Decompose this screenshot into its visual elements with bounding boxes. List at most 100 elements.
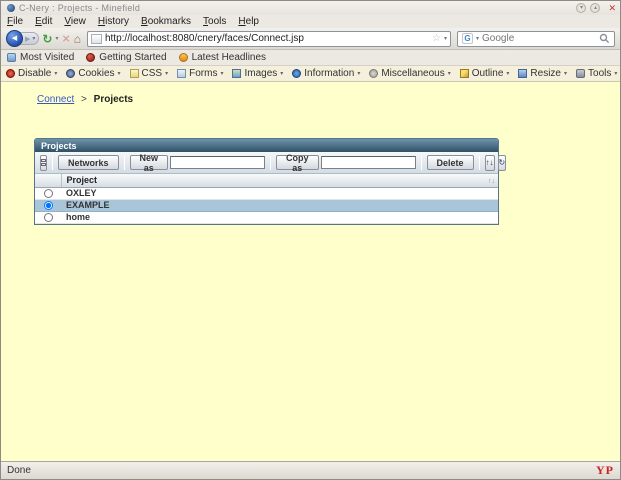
miscellaneous-icon [369,69,379,78]
toolbar-separator [478,155,480,170]
chevron-down-icon: ▾ [614,71,618,77]
search-input[interactable] [482,33,596,44]
disable-icon [6,69,15,78]
chevron-down-icon: ▾ [220,71,224,77]
chevron-down-icon: ▾ [117,71,121,77]
home-button[interactable]: ⌂ [74,33,81,45]
project-radio[interactable] [43,201,53,211]
chevron-down-icon: ▾ [280,71,284,77]
cookies-icon [66,69,76,78]
devbar-resize[interactable]: Resize ▾ [518,68,567,79]
breadcrumb-current: Projects [93,94,134,105]
search-box[interactable]: G ▾ [457,30,615,47]
information-icon [292,69,302,78]
toolbar-separator [420,155,422,170]
bookmark-most-visited[interactable]: Most Visited [7,52,74,63]
forward-dropdown-icon[interactable]: ▾ [32,35,35,42]
table-header-row: Project ↑↓ [35,174,498,188]
outline-icon [459,69,469,78]
refresh-icon: ↻ [498,157,506,167]
google-engine-icon[interactable]: G [462,33,473,44]
menu-bookmarks[interactable]: Bookmarks [141,16,191,27]
minimize-icon[interactable]: ▾ [576,3,587,13]
devbar-tools[interactable]: Tools ▾ [576,68,617,79]
delete-button[interactable]: Delete [426,155,474,170]
browser-window: C-Nery : Projects - Minefield ▾ ▴ ✕ File… [0,0,621,480]
tools-icon [576,69,586,78]
table-row[interactable]: EXAMPLE [35,199,498,211]
project-radio[interactable] [43,213,53,223]
menu-tools[interactable]: Tools [203,16,226,27]
back-button[interactable]: ◀ [6,30,23,47]
new-as-button[interactable]: New as [129,153,169,173]
breadcrumb-connect-link[interactable]: Connect [37,94,74,105]
forms-icon [177,69,187,78]
project-radio[interactable] [43,189,53,199]
devbar-outline[interactable]: Outline ▾ [459,68,509,79]
devbar-disable[interactable]: Disable ▾ [6,68,57,79]
project-column-header[interactable]: Project [61,174,484,188]
detach-button[interactable] [40,154,47,171]
column-sort-icon[interactable]: ↑↓ [484,174,498,188]
copy-as-button[interactable]: Copy as [276,153,319,173]
latest-headlines-icon [178,53,188,62]
breadcrumb-separator: > [81,94,87,105]
radio-column-header [35,174,62,188]
site-favicon [90,33,102,44]
status-bar: Done YP [1,461,620,479]
most-visited-icon [7,53,16,62]
menu-view[interactable]: View [64,16,86,27]
bookmark-label: Most Visited [20,52,75,63]
breadcrumb: Connect > Projects [37,94,133,105]
search-engine-dropdown-icon[interactable]: ▾ [476,35,479,42]
new-as-input[interactable] [170,156,266,169]
bookmark-star-icon[interactable]: ☆ [432,33,441,44]
menu-edit[interactable]: Edit [35,16,52,27]
sort-arrows-icon: ↑↓ [485,157,494,167]
url-input[interactable] [104,33,430,44]
panel-toolbar: Networks New as Copy as Delete ↑↓ ↻ [35,152,507,174]
reload-dropdown-icon[interactable]: ▾ [55,35,58,42]
copy-as-input[interactable] [320,156,416,169]
networks-button[interactable]: Networks [58,155,119,170]
chevron-down-icon: ▾ [54,71,58,77]
project-name: EXAMPLE [66,200,110,210]
devbar-css[interactable]: CSS ▾ [129,68,169,79]
devbar-images[interactable]: Images ▾ [232,68,283,79]
getting-started-icon [86,53,96,62]
chevron-down-icon: ▾ [564,71,568,77]
navigation-toolbar: ◀ ▶▾ ↻ ▾ ⨯ ⌂ ☆ ▾ G ▾ [1,28,620,50]
toolbar-separator [52,155,53,170]
chevron-down-icon: ▾ [165,71,169,77]
devbar-information[interactable]: Information ▾ [292,68,360,79]
project-name: OXLEY [66,188,97,198]
chevron-down-icon: ▾ [357,71,361,77]
page-content: Connect > Projects Projects Networks New… [1,82,620,461]
devbar-forms[interactable]: Forms ▾ [177,68,223,79]
bookmark-getting-started[interactable]: Getting Started [86,52,167,63]
menu-file[interactable]: File [7,16,23,27]
url-bar[interactable]: ☆ ▾ [86,30,451,47]
table-row[interactable]: OXLEY [35,187,498,199]
refresh-button[interactable]: ↻ [497,154,507,171]
menu-history[interactable]: History [98,16,129,27]
stop-button[interactable]: ⨯ [61,32,70,45]
bookmark-label: Getting Started [99,52,167,63]
url-dropdown-icon[interactable]: ▾ [444,35,447,42]
devbar-cookies[interactable]: Cookies ▾ [66,68,121,79]
menu-help[interactable]: Help [238,16,259,27]
projects-table: Project ↑↓ OXLEY EXAMPLE home [35,174,498,224]
search-icon[interactable] [599,33,610,44]
css-icon [129,69,139,78]
table-row[interactable]: home [35,211,498,223]
images-icon [232,69,242,78]
maximize-icon[interactable]: ▴ [590,3,601,13]
reload-button[interactable]: ↻ [42,33,52,45]
sort-button[interactable]: ↑↓ [484,154,495,171]
close-icon[interactable]: ✕ [608,3,616,13]
bookmarks-toolbar: Most Visited Getting Started Latest Head… [1,50,620,66]
title-bar: C-Nery : Projects - Minefield ▾ ▴ ✕ [1,1,620,15]
devbar-miscellaneous[interactable]: Miscellaneous ▾ [369,68,451,79]
panel-header: Projects [35,139,498,152]
bookmark-latest-headlines[interactable]: Latest Headlines [178,52,266,63]
